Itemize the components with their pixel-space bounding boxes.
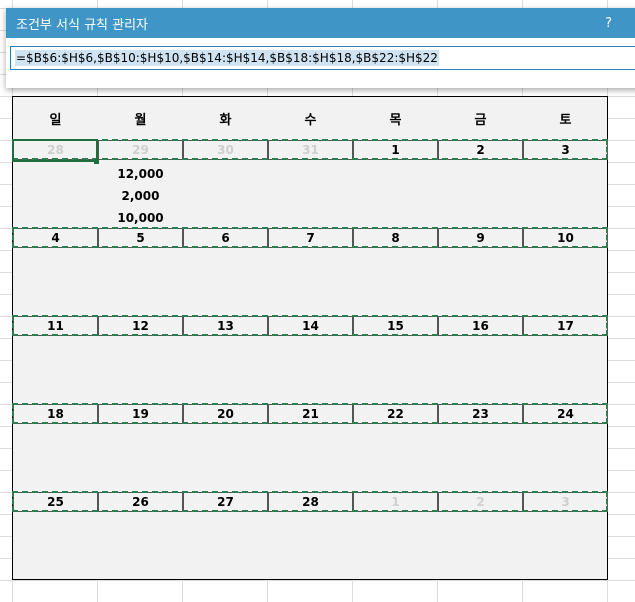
day-cell[interactable]: 6 [183, 228, 268, 248]
day-cell[interactable]: 24 [523, 404, 608, 424]
day-cell[interactable]: 21 [268, 404, 353, 424]
day-cell[interactable]: 29 [98, 140, 183, 160]
day-cell[interactable]: 31 [268, 140, 353, 160]
day-cell[interactable]: 30 [183, 140, 268, 160]
weekday-wednesday[interactable]: 수 [268, 97, 353, 139]
day-cell[interactable]: 28 [268, 492, 353, 512]
amount-cell[interactable]: 2,000 [98, 185, 183, 207]
weekday-friday[interactable]: 금 [438, 97, 523, 139]
day-cell[interactable]: 26 [98, 492, 183, 512]
calendar: 일 월 화 수 목 금 토 28 29 30 31 1 2 3 4 5 6 7 8 9 10 11 12 13 1… [12, 96, 608, 580]
day-cell[interactable]: 1 [353, 492, 438, 512]
day-cell[interactable]: 5 [98, 228, 183, 248]
day-cell[interactable]: 7 [268, 228, 353, 248]
day-cell[interactable]: 13 [183, 316, 268, 336]
weekday-thursday[interactable]: 목 [353, 97, 438, 139]
day-cell[interactable]: 10 [523, 228, 608, 248]
day-cell[interactable]: 16 [438, 316, 523, 336]
day-cell[interactable]: 2 [438, 140, 523, 160]
week-row: 11 12 13 14 15 16 17 [13, 316, 608, 336]
week-row: 28 29 30 31 1 2 3 [13, 140, 608, 160]
day-cell[interactable]: 1 [353, 140, 438, 160]
weekday-monday[interactable]: 월 [98, 97, 183, 139]
day-cell[interactable]: 14 [268, 316, 353, 336]
amount-cell[interactable]: 10,000 [98, 207, 183, 229]
day-cell[interactable]: 4 [13, 228, 98, 248]
day-cell[interactable]: 15 [353, 316, 438, 336]
help-button[interactable]: ? [605, 16, 612, 31]
day-cell[interactable]: 17 [523, 316, 608, 336]
week-row: 25 26 27 28 1 2 3 [13, 492, 608, 512]
week-row: 4 5 6 7 8 9 10 [13, 228, 608, 248]
day-cell[interactable]: 12 [98, 316, 183, 336]
day-cell[interactable]: 11 [13, 316, 98, 336]
day-cell[interactable]: 27 [183, 492, 268, 512]
weekday-tuesday[interactable]: 화 [183, 97, 268, 139]
range-reference-input[interactable]: =$B$6:$H$6,$B$10:$H$10,$B$14:$H$14,$B$18… [10, 46, 635, 70]
day-cell[interactable]: 22 [353, 404, 438, 424]
amount-cell[interactable]: 12,000 [98, 163, 183, 185]
day-cell[interactable]: 25 [13, 492, 98, 512]
weekday-saturday[interactable]: 토 [523, 97, 608, 139]
day-cell[interactable]: 23 [438, 404, 523, 424]
day-cell[interactable]: 28 [13, 140, 98, 160]
day-cell[interactable]: 3 [523, 140, 608, 160]
formula-row: =$B$6:$H$6,$B$10:$H$10,$B$14:$H$14,$B$18… [6, 38, 635, 88]
day-cell[interactable]: 18 [13, 404, 98, 424]
range-formula-text: =$B$6:$H$6,$B$10:$H$10,$B$14:$H$14,$B$18… [15, 50, 439, 66]
day-cell[interactable]: 20 [183, 404, 268, 424]
dialog-titlebar[interactable]: 조건부 서식 규칙 관리자 ? [6, 8, 635, 38]
week-row: 18 19 20 21 22 23 24 [13, 404, 608, 424]
day-cell[interactable]: 9 [438, 228, 523, 248]
dialog-title: 조건부 서식 규칙 관리자 [16, 17, 148, 33]
fill-handle[interactable] [94, 159, 99, 164]
day-cell[interactable]: 3 [523, 492, 608, 512]
day-cell[interactable]: 2 [438, 492, 523, 512]
weekday-header: 일 월 화 수 목 금 토 [13, 97, 608, 139]
day-cell[interactable]: 8 [353, 228, 438, 248]
weekday-sunday[interactable]: 일 [13, 97, 98, 139]
conditional-format-dialog: 조건부 서식 규칙 관리자 ? =$B$6:$H$6,$B$10:$H$10,$… [6, 8, 635, 88]
day-cell[interactable]: 19 [98, 404, 183, 424]
